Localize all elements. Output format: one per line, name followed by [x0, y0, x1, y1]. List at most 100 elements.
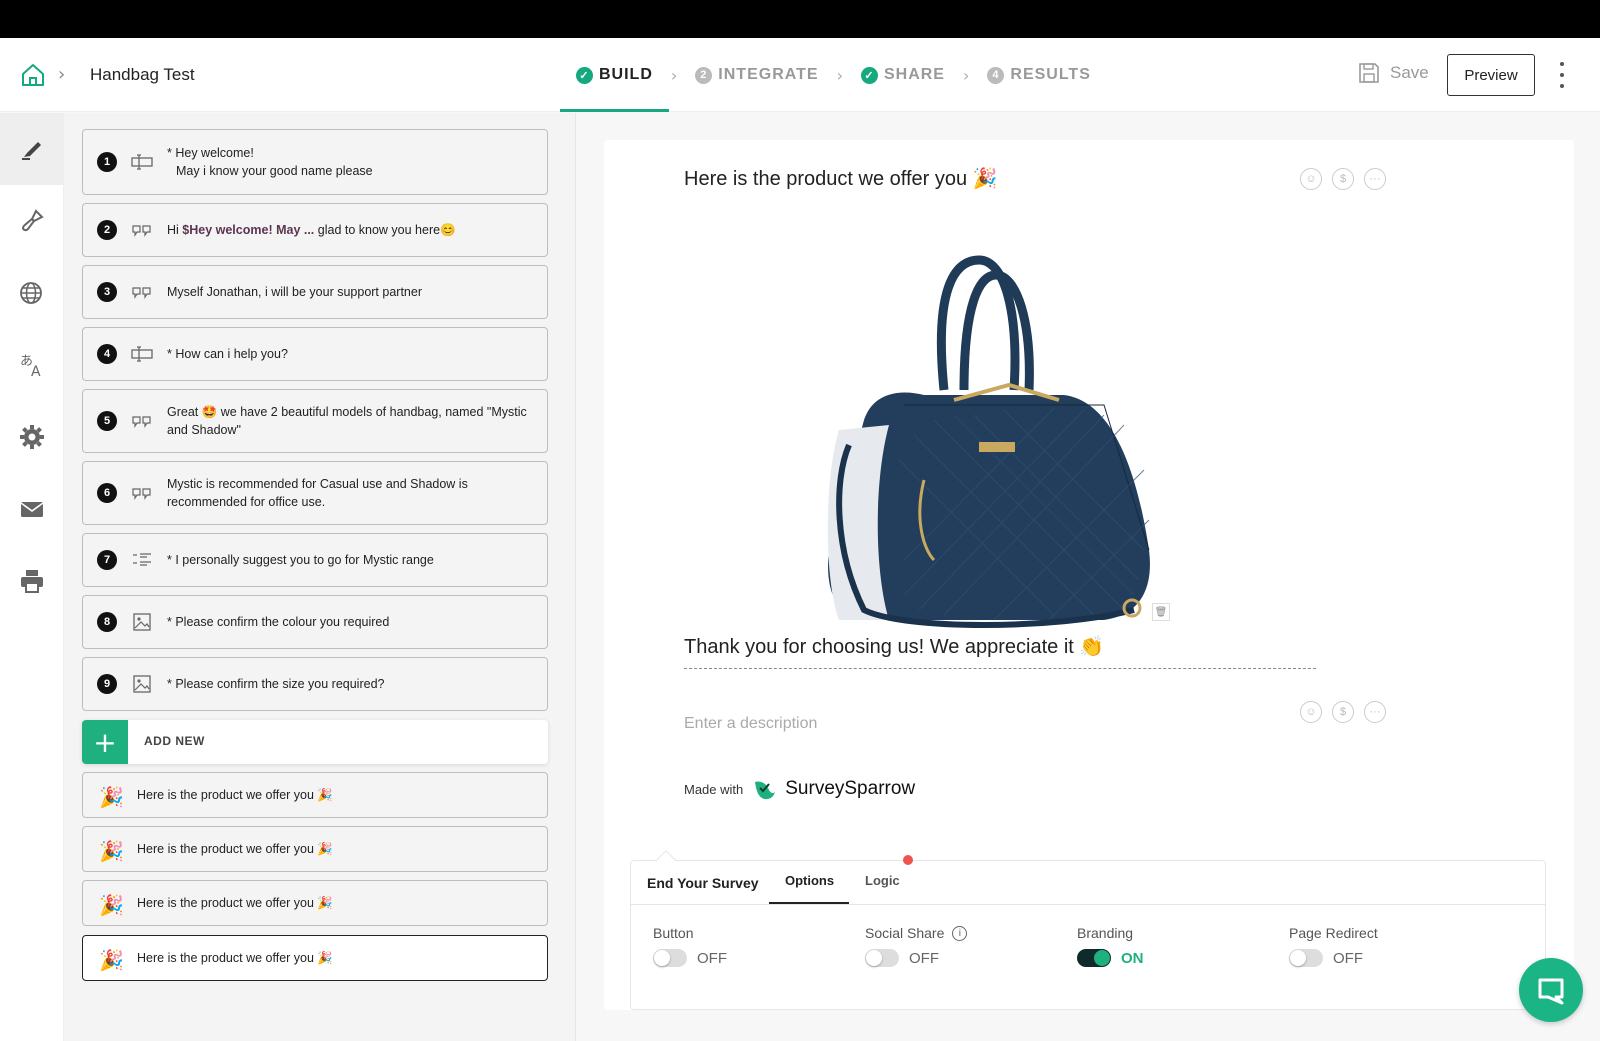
chat-icon [1538, 978, 1564, 1005]
social-share-toggle[interactable] [865, 949, 899, 967]
question-card-6[interactable]: 6 Mystic is recommended for Casual use a… [82, 461, 548, 525]
question-card-3[interactable]: 3 Myself Jonathan, i will be your suppor… [82, 265, 548, 319]
step-build[interactable]: ✓ BUILD [560, 38, 669, 112]
question-text-line-2: May i know your good name please [176, 164, 373, 178]
question-number: 6 [97, 483, 117, 503]
question-text: Myself Jonathan, i will be your support … [167, 285, 422, 299]
question-number: 8 [97, 612, 117, 632]
add-new-label: ADD NEW [144, 734, 205, 748]
question-card-8[interactable]: 8 * Please confirm the colour you requir… [82, 595, 548, 649]
info-icon[interactable]: i [952, 925, 968, 941]
variable-icon[interactable]: $ [1332, 168, 1354, 190]
chevron-right-icon: › [670, 65, 678, 85]
breadcrumb-survey-title[interactable]: Handbag Test [90, 65, 195, 85]
button-toggle[interactable] [653, 949, 687, 967]
party-popper-icon: 🎉 [99, 950, 124, 972]
sidebar-item-design[interactable] [0, 185, 64, 257]
paint-brush-icon [21, 209, 44, 232]
question-text: * I personally suggest you to go for Mys… [167, 553, 434, 567]
question-card-2[interactable]: 2 Hi $Hey welcome! May ... glad to know … [82, 203, 548, 257]
question-text: * Please confirm the colour you required [167, 615, 390, 629]
sidebar: あA [0, 113, 64, 1041]
branding-toggle[interactable] [1077, 949, 1111, 967]
question-number: 5 [97, 411, 117, 431]
add-new-question-button[interactable]: + ADD NEW [82, 720, 548, 764]
more-options-icon[interactable] [1558, 62, 1566, 88]
question-number: 9 [97, 674, 117, 694]
save-label: Save [1390, 63, 1429, 82]
mail-icon [20, 502, 44, 517]
sidebar-item-build[interactable] [0, 113, 64, 185]
step-share[interactable]: ✓ SHARE [845, 38, 961, 112]
end-screen-title[interactable]: Here is the product we offer you 🎉 [684, 166, 998, 191]
tab-logic[interactable]: Logic [865, 873, 900, 888]
question-text-line-1: * Hey welcome! [167, 146, 254, 160]
option-label: Button [653, 925, 694, 941]
question-card-5[interactable]: 5 Great 🤩 we have 2 beautiful models of … [82, 389, 548, 453]
emoji-icon[interactable]: ☺ [1300, 701, 1322, 723]
question-card-7[interactable]: 7 * I personally suggest you to go for M… [82, 533, 548, 587]
question-number: 4 [97, 344, 117, 364]
toggle-state: OFF [697, 949, 727, 967]
end-screen-text: Here is the product we offer you 🎉 [137, 842, 333, 856]
top-black-bar [0, 0, 1600, 38]
sidebar-item-print[interactable] [0, 545, 64, 617]
end-screen-text: Here is the product we offer you 🎉 [137, 788, 333, 802]
preview-button[interactable]: Preview [1447, 54, 1535, 96]
printer-icon [21, 570, 43, 593]
sidebar-item-web[interactable] [0, 257, 64, 329]
end-screen-message[interactable]: Thank you for choosing us! We appreciate… [684, 634, 1104, 659]
sparrow-logo-icon [755, 781, 776, 800]
quote-icon [132, 416, 151, 428]
question-text: * Please confirm the size you required? [167, 677, 385, 691]
end-screen-card[interactable]: 🎉 Here is the product we offer you 🎉 [82, 826, 548, 872]
more-icon[interactable]: ··· [1364, 701, 1386, 723]
question-card-1[interactable]: 1 * Hey welcome! May i know your good na… [82, 129, 548, 195]
panel-heading: End Your Survey [647, 875, 759, 891]
question-text: * How can i help you? [167, 347, 288, 361]
branding-footer: Made with SurveySparrow [684, 776, 915, 802]
surveysparrow-logo: SurveySparrow [753, 776, 915, 802]
step-integrate[interactable]: 2 INTEGRATE [679, 38, 834, 112]
variable-icon[interactable]: $ [1332, 701, 1354, 723]
sidebar-item-settings[interactable] [0, 401, 64, 473]
step-results[interactable]: 4 RESULTS [971, 38, 1106, 112]
question-card-4[interactable]: 4 * How can i help you? [82, 327, 548, 381]
question-text: Mystic is recommended for Casual use and… [167, 477, 468, 509]
home-icon[interactable] [20, 62, 46, 88]
chevron-right-icon: › [962, 65, 970, 85]
question-text: Hi $Hey welcome! May ... glad to know yo… [167, 221, 533, 239]
party-popper-icon: 🎉 [99, 787, 124, 809]
toggle-state: OFF [909, 949, 939, 967]
save-button[interactable]: Save [1358, 62, 1429, 84]
made-with-label: Made with [684, 781, 744, 797]
emoji-icon[interactable]: ☺ [1300, 168, 1322, 190]
check-icon: ✓ [576, 66, 593, 84]
image-icon [133, 613, 151, 631]
end-screen-card[interactable]: 🎉 Here is the product we offer you 🎉 [82, 880, 548, 926]
more-icon[interactable]: ··· [1364, 168, 1386, 190]
end-survey-options-panel: End Your Survey Options Logic Button OFF… [630, 850, 1546, 1010]
question-card-9[interactable]: 9 * Please confirm the size you required… [82, 657, 548, 711]
quote-icon [132, 225, 151, 237]
edit-icon [22, 142, 41, 160]
message-divider [684, 668, 1316, 669]
party-popper-icon: 🎉 [99, 895, 124, 917]
breadcrumb-chevron-icon: › [58, 64, 66, 85]
handbag-image[interactable] [804, 250, 1184, 630]
delete-image-icon[interactable]: 🗑 [1152, 603, 1170, 621]
sidebar-item-email[interactable] [0, 473, 64, 545]
end-screen-card[interactable]: 🎉 Here is the product we offer you 🎉 [82, 772, 548, 818]
page-redirect-toggle[interactable] [1289, 949, 1323, 967]
question-text: Great 🤩 we have 2 beautiful models of ha… [167, 405, 527, 437]
description-input[interactable]: Enter a description [684, 715, 817, 733]
chevron-right-icon: › [836, 65, 843, 85]
end-screen-card-selected[interactable]: 🎉 Here is the product we offer you 🎉 [82, 935, 548, 981]
chat-support-button[interactable] [1519, 958, 1583, 1022]
title-tools: ☺ $ ··· [1300, 168, 1386, 190]
step-share-label: SHARE [883, 66, 945, 83]
sidebar-item-translate[interactable]: あA [0, 329, 64, 401]
tab-options[interactable]: Options [785, 873, 834, 888]
globe-icon [20, 282, 42, 304]
text-input-icon [131, 346, 153, 362]
